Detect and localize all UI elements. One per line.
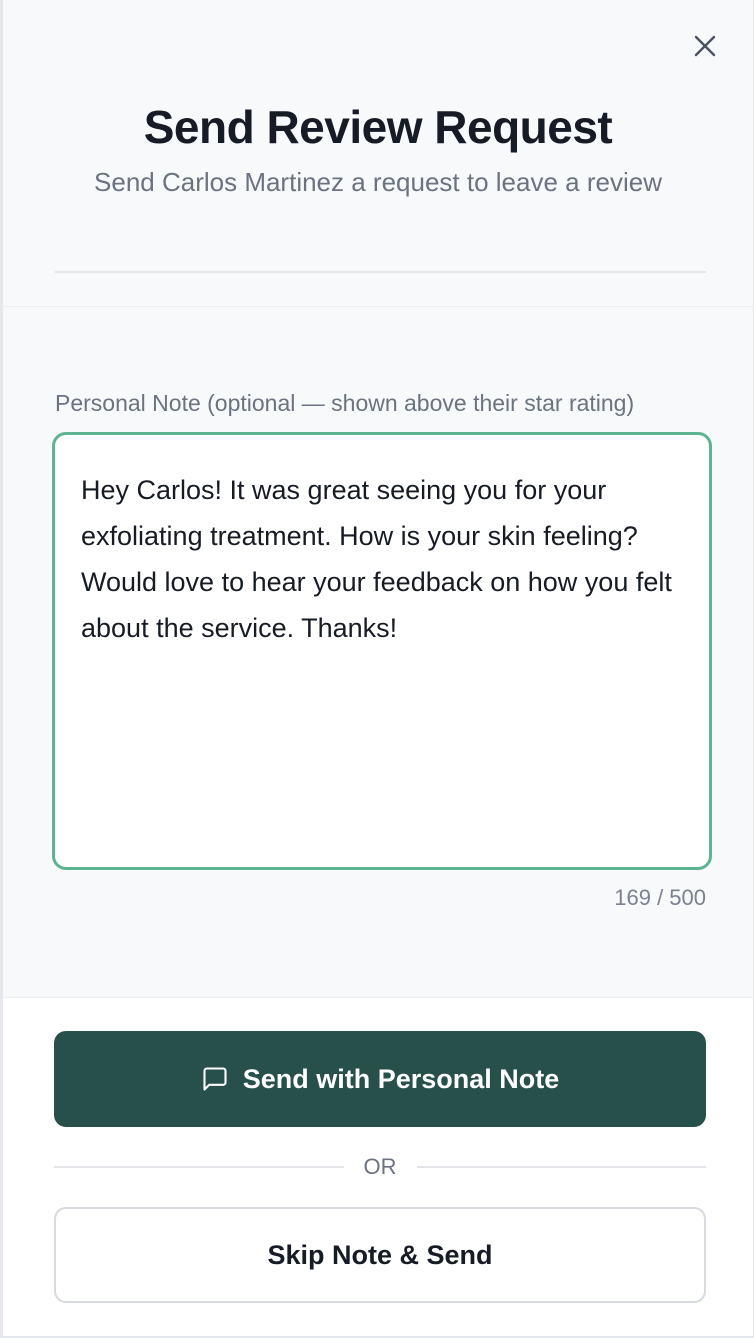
- dialog-header: Send Review Request Send Carlos Martinez…: [3, 0, 753, 307]
- skip-note-send-button[interactable]: Skip Note & Send: [54, 1207, 706, 1303]
- review-request-dialog: Send Review Request Send Carlos Martinez…: [0, 0, 754, 1338]
- close-button[interactable]: [691, 34, 719, 62]
- or-line-right: [416, 1166, 706, 1168]
- send-with-note-label: Send with Personal Note: [242, 1063, 560, 1094]
- header-divider: [55, 271, 706, 273]
- or-separator: OR: [54, 1153, 706, 1181]
- or-line-left: [54, 1166, 344, 1168]
- message-square-icon: [201, 1065, 229, 1093]
- personal-note-label: Personal Note (optional — shown above th…: [55, 390, 635, 416]
- dialog-footer: Send with Personal Note OR Skip Note & S…: [3, 997, 753, 1336]
- send-with-note-button[interactable]: Send with Personal Note: [54, 1031, 706, 1127]
- or-text: OR: [363, 1154, 397, 1179]
- dialog-subtitle: Send Carlos Martinez a request to leave …: [94, 167, 662, 197]
- dialog-title: Send Review Request: [143, 101, 613, 153]
- skip-note-send-label: Skip Note & Send: [267, 1239, 493, 1270]
- close-icon: [694, 35, 716, 62]
- character-count: 169 / 500: [614, 885, 706, 910]
- personal-note-textarea[interactable]: Hey Carlos! It was great seeing you for …: [52, 432, 712, 870]
